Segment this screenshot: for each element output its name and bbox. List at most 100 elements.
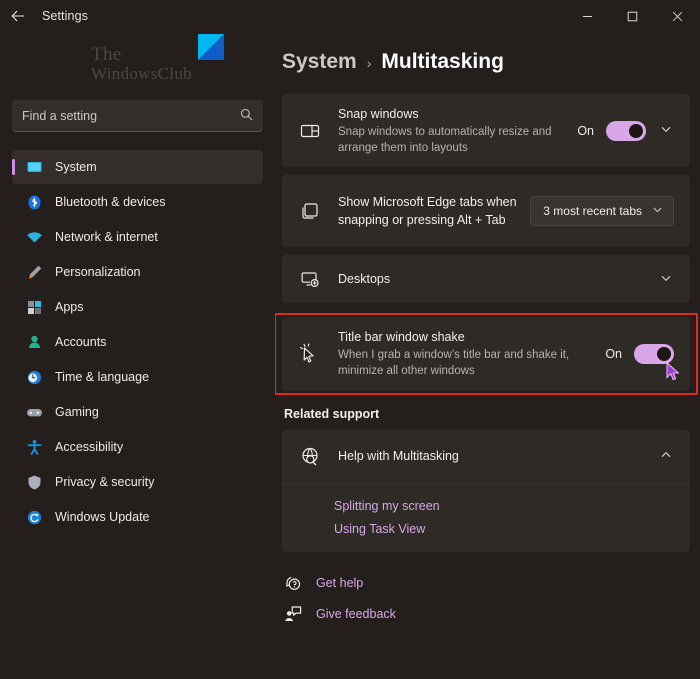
get-help-row[interactable]: Get help bbox=[284, 574, 690, 592]
sidebar-item-accessibility[interactable]: Accessibility bbox=[12, 430, 263, 464]
window-title: Settings bbox=[42, 9, 88, 23]
sidebar-item-gaming[interactable]: Gaming bbox=[12, 395, 263, 429]
link-using-task-view[interactable]: Using Task View bbox=[334, 522, 690, 536]
help-title: Help with Multitasking bbox=[338, 449, 459, 464]
sidebar-item-label: Time & language bbox=[55, 370, 150, 384]
footer-link-label[interactable]: Get help bbox=[316, 576, 363, 590]
maximize-button[interactable] bbox=[610, 0, 655, 32]
window-controls bbox=[565, 0, 700, 32]
breadcrumb-parent[interactable]: System bbox=[282, 50, 357, 74]
setting-card-title-bar-window-shake[interactable]: Title bar window shake When I grab a win… bbox=[275, 313, 698, 395]
paintbrush-icon bbox=[26, 264, 43, 281]
setting-card-snap-windows[interactable]: Snap windows Snap windows to automatical… bbox=[282, 94, 690, 168]
sidebar-item-label: Personalization bbox=[55, 265, 141, 279]
wifi-icon bbox=[26, 229, 43, 246]
sidebar-item-label: Apps bbox=[55, 300, 84, 314]
setting-title: Show Microsoft Edge tabs when snapping o… bbox=[338, 194, 517, 228]
maximize-icon bbox=[627, 11, 638, 21]
setting-controls: On bbox=[577, 120, 674, 141]
setting-controls: On bbox=[605, 344, 680, 381]
main-content: System › Multitasking Snap windows Snap … bbox=[275, 32, 700, 679]
search-input[interactable] bbox=[22, 108, 240, 123]
toggle-knob bbox=[657, 347, 671, 362]
watermark-text: The WindowsClub bbox=[91, 45, 192, 83]
setting-text: Desktops bbox=[338, 259, 658, 300]
watermark-line1: The bbox=[91, 44, 122, 66]
setting-text: Snap windows Snap windows to automatical… bbox=[338, 94, 577, 167]
setting-title: Snap windows bbox=[338, 107, 419, 121]
sidebar-item-personalization[interactable]: Personalization bbox=[12, 255, 263, 289]
cursor-shake-icon bbox=[298, 343, 322, 365]
search-icon bbox=[240, 108, 253, 124]
setting-title: Title bar window shake bbox=[338, 330, 465, 345]
monitor-icon bbox=[26, 159, 43, 176]
desktops-icon bbox=[298, 269, 322, 289]
sidebar-item-label: System bbox=[55, 160, 97, 174]
sidebar-item-label: Accessibility bbox=[55, 440, 124, 454]
toggle-state-label: On bbox=[577, 123, 594, 138]
mouse-pointer-icon bbox=[666, 361, 682, 382]
snap-layout-icon bbox=[298, 121, 322, 141]
accessibility-icon bbox=[26, 439, 43, 456]
sidebar-item-label: Windows Update bbox=[55, 510, 150, 524]
related-support-heading: Related support bbox=[284, 406, 380, 421]
setting-title: Desktops bbox=[338, 272, 391, 287]
setting-controls: 3 most recent tabs bbox=[530, 196, 674, 227]
sidebar-item-label: Network & internet bbox=[55, 230, 158, 244]
help-question-icon bbox=[284, 574, 302, 592]
bluetooth-icon bbox=[26, 194, 43, 211]
setting-subtitle: When I grab a window’s title bar and sha… bbox=[338, 349, 570, 378]
sidebar-nav: System Bluetooth & devices Network & int… bbox=[12, 150, 263, 534]
close-button[interactable] bbox=[655, 0, 700, 32]
sidebar-item-label: Bluetooth & devices bbox=[55, 195, 166, 209]
globe-search-icon bbox=[298, 446, 322, 467]
sidebar-item-network-internet[interactable]: Network & internet bbox=[12, 220, 263, 254]
dropdown-value: 3 most recent tabs bbox=[543, 204, 642, 219]
setting-text: Show Microsoft Edge tabs when snapping o… bbox=[338, 182, 530, 242]
feedback-icon bbox=[284, 605, 302, 623]
chevron-down-icon[interactable] bbox=[658, 272, 674, 287]
sidebar-item-privacy-security[interactable]: Privacy & security bbox=[12, 465, 263, 499]
sidebar-item-accounts[interactable]: Accounts bbox=[12, 325, 263, 359]
footer-links: Get help Give feedback bbox=[282, 574, 690, 623]
give-feedback-row[interactable]: Give feedback bbox=[284, 605, 690, 623]
link-splitting-my-screen[interactable]: Splitting my screen bbox=[334, 499, 690, 513]
gamepad-icon bbox=[26, 404, 43, 421]
edge-tabs-dropdown[interactable]: 3 most recent tabs bbox=[530, 196, 674, 227]
setting-text: Title bar window shake When I grab a win… bbox=[338, 317, 605, 390]
sidebar: The WindowsClub Find a setting System Bl… bbox=[0, 32, 275, 679]
refresh-icon bbox=[26, 509, 43, 526]
sidebar-item-system[interactable]: System bbox=[12, 150, 263, 184]
footer-link-label[interactable]: Give feedback bbox=[316, 607, 396, 621]
title-bar-window-shake-toggle[interactable] bbox=[634, 344, 680, 381]
watermark-logo: The WindowsClub bbox=[12, 32, 263, 96]
sidebar-item-label: Accounts bbox=[55, 335, 107, 349]
toggle-knob bbox=[629, 123, 643, 138]
search-box[interactable] bbox=[12, 100, 263, 132]
sidebar-item-windows-update[interactable]: Windows Update bbox=[12, 500, 263, 534]
minimize-button[interactable] bbox=[565, 0, 610, 32]
setting-card-desktops[interactable]: Desktops bbox=[282, 255, 690, 304]
chevron-up-icon[interactable] bbox=[658, 449, 674, 464]
support-links: Splitting my screen Using Task View bbox=[282, 485, 690, 552]
sidebar-item-apps[interactable]: Apps bbox=[12, 290, 263, 324]
person-icon bbox=[26, 334, 43, 351]
related-support-card: Help with Multitasking Splitting my scre… bbox=[282, 429, 690, 552]
sidebar-item-bluetooth-devices[interactable]: Bluetooth & devices bbox=[12, 185, 263, 219]
sidebar-item-label: Gaming bbox=[55, 405, 99, 419]
setting-subtitle: Snap windows to automatically resize and… bbox=[338, 125, 552, 155]
help-with-multitasking-row[interactable]: Help with Multitasking bbox=[282, 430, 690, 484]
snap-windows-toggle[interactable] bbox=[606, 120, 646, 141]
back-button[interactable] bbox=[0, 0, 36, 32]
shield-icon bbox=[26, 474, 43, 491]
chevron-down-icon bbox=[652, 204, 663, 218]
close-icon bbox=[672, 11, 683, 21]
watermark-icon bbox=[197, 34, 224, 60]
watermark-line2: WindowsClub bbox=[91, 64, 192, 84]
toggle-state-label: On bbox=[605, 347, 622, 362]
sidebar-item-time-language[interactable]: Time & language bbox=[12, 360, 263, 394]
chevron-down-icon[interactable] bbox=[658, 123, 674, 138]
setting-card-edge-tabs[interactable]: Show Microsoft Edge tabs when snapping o… bbox=[282, 175, 690, 248]
page-title: Multitasking bbox=[381, 50, 504, 73]
clock-icon bbox=[26, 369, 43, 386]
